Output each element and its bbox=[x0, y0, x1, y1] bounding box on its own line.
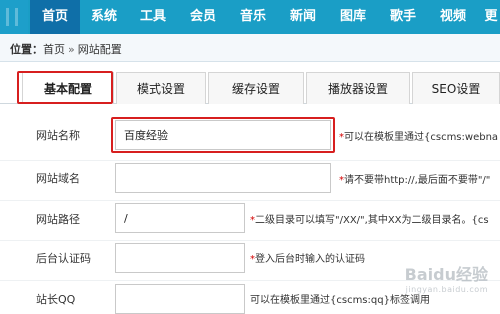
site-domain-hint: *请不要带http://,最后面不要带"/" bbox=[339, 171, 500, 186]
grip-icon bbox=[6, 8, 18, 26]
site-path-hint-text: *二级目录可以填写"/XX/",其中XX为二级目录名。{cs bbox=[250, 215, 489, 226]
required-star: * bbox=[339, 132, 344, 143]
nav-item-singers[interactable]: 歌手 bbox=[378, 0, 428, 34]
breadcrumb-home[interactable]: 首页 bbox=[43, 43, 65, 56]
webmaster-qq-input[interactable] bbox=[115, 284, 245, 314]
watermark-url: jingyan.baidu.com bbox=[405, 285, 488, 294]
nav-item-system[interactable]: 系统 bbox=[80, 0, 128, 34]
webmaster-qq-hint-text: 可以在模板里通过{cscms:qq}标签调用 bbox=[250, 295, 430, 306]
settings-tabs: 基本配置 模式设置 缓存设置 播放器设置 SEO设置 bbox=[0, 72, 500, 104]
admin-auth-code-hint-text: *登入后台时输入的认证码 bbox=[250, 254, 365, 265]
required-star: * bbox=[250, 215, 255, 226]
tab-cache-settings[interactable]: 缓存设置 bbox=[208, 72, 304, 104]
site-name-hint: *可以在模板里通过{cscms:webna bbox=[339, 128, 500, 143]
watermark-text: Baidu经验 bbox=[405, 261, 488, 285]
nav-item-more[interactable]: 更 bbox=[478, 0, 500, 34]
webmaster-qq-label: 站长QQ bbox=[36, 291, 75, 307]
row-divider bbox=[0, 200, 500, 201]
row-divider bbox=[0, 240, 500, 241]
nav-item-news[interactable]: 新闻 bbox=[278, 0, 328, 34]
breadcrumb-label: 位置： bbox=[10, 43, 43, 56]
tab-seo-settings[interactable]: SEO设置 bbox=[412, 72, 500, 104]
breadcrumb: 位置：首页»网站配置 bbox=[10, 41, 122, 57]
nav-item-video[interactable]: 视频 bbox=[428, 0, 478, 34]
admin-auth-code-input[interactable] bbox=[115, 243, 245, 273]
required-star: * bbox=[339, 175, 344, 186]
admin-auth-code-label: 后台认证码 bbox=[36, 250, 91, 266]
baidu-watermark: Baidu经验 jingyan.baidu.com bbox=[405, 261, 488, 294]
top-nav-bar: 首页 系统 工具 会员 音乐 新闻 图库 歌手 视频 更 bbox=[0, 0, 500, 34]
breadcrumb-bar: 位置：首页»网站配置 bbox=[0, 34, 500, 62]
nav-item-tools[interactable]: 工具 bbox=[128, 0, 178, 34]
tab-mode-settings[interactable]: 模式设置 bbox=[116, 72, 206, 104]
site-path-hint: *二级目录可以填写"/XX/",其中XX为二级目录名。{cs bbox=[250, 211, 500, 226]
nav-left-handle bbox=[0, 0, 28, 34]
site-domain-label: 网站域名 bbox=[36, 170, 80, 186]
nav-item-music[interactable]: 音乐 bbox=[228, 0, 278, 34]
site-name-hint-text: *可以在模板里通过{cscms:webna bbox=[339, 132, 498, 143]
tab-player-settings[interactable]: 播放器设置 bbox=[306, 72, 410, 104]
row-divider bbox=[0, 160, 500, 161]
required-star: * bbox=[250, 254, 255, 265]
site-name-input[interactable] bbox=[115, 120, 331, 150]
site-domain-hint-text: *请不要带http://,最后面不要带"/" bbox=[339, 175, 490, 186]
breadcrumb-separator: » bbox=[68, 43, 75, 56]
site-path-label: 网站路径 bbox=[36, 211, 80, 227]
site-name-label: 网站名称 bbox=[36, 127, 80, 143]
nav-item-gallery[interactable]: 图库 bbox=[328, 0, 378, 34]
site-path-input[interactable] bbox=[115, 203, 245, 233]
site-domain-input[interactable] bbox=[115, 163, 331, 193]
nav-item-members[interactable]: 会员 bbox=[178, 0, 228, 34]
tab-basic-config[interactable]: 基本配置 bbox=[22, 72, 114, 104]
nav-item-home[interactable]: 首页 bbox=[30, 0, 80, 34]
breadcrumb-current: 网站配置 bbox=[78, 43, 122, 56]
